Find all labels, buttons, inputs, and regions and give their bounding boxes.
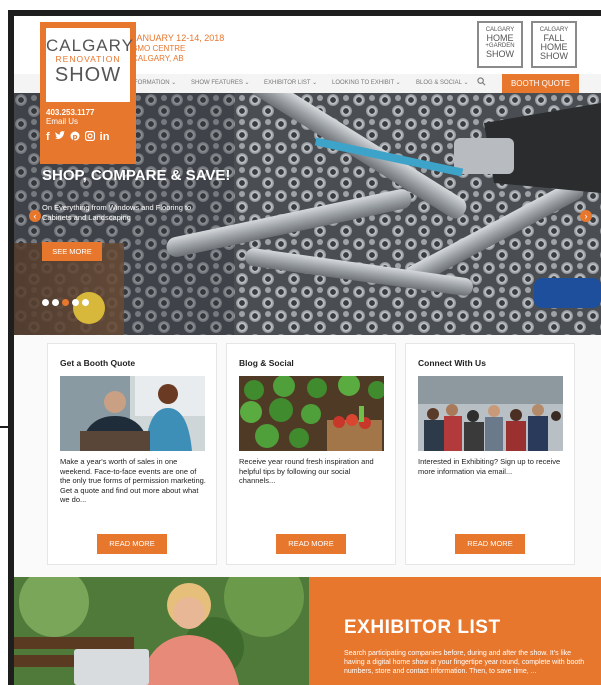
read-more-button[interactable]: READ MORE — [97, 534, 167, 554]
exhibitor-list-section: EXHIBITOR LIST Search participating comp… — [14, 577, 601, 685]
card-title: Connect With Us — [418, 358, 486, 368]
booth-quote-button[interactable]: BOOTH QUOTE — [502, 74, 579, 93]
feature-cards: Get a Booth Quote Make a year's worth of… — [14, 335, 601, 577]
garden-photo — [239, 376, 384, 451]
card-text: Make a year's worth of sales in one week… — [60, 457, 206, 504]
woman-laptop-photo — [14, 577, 309, 685]
slide-dot[interactable] — [42, 299, 49, 306]
exhibitor-list-description: Search participating companies before, d… — [344, 650, 585, 675]
site-logo[interactable]: CALGARY RENOVATION SHOW 403.253.1177 Ema… — [40, 22, 136, 164]
booth-quote-photo — [60, 376, 205, 451]
nav-item-blog-social[interactable]: BLOG & SOCIAL ⌄ — [416, 79, 469, 86]
search-icon[interactable] — [477, 77, 486, 89]
card-title: Get a Booth Quote — [60, 358, 136, 368]
card-text: Receive year round fresh inspiration and… — [239, 457, 374, 485]
social-links: f p in — [46, 130, 110, 144]
slide-dot[interactable] — [72, 299, 79, 306]
home-garden-show-badge[interactable]: CALGARY HOME +GARDEN SHOW — [477, 21, 523, 68]
event-venue: BMO CENTRE — [132, 43, 186, 53]
linkedin-icon[interactable]: in — [100, 131, 110, 144]
crowd-photo — [418, 376, 563, 451]
card-text: Interested in Exhibiting? Sign up to rec… — [418, 457, 561, 476]
read-more-button[interactable]: READ MORE — [455, 534, 525, 554]
instagram-icon[interactable] — [84, 130, 95, 144]
exhibitor-list-title: EXHIBITOR LIST — [344, 617, 501, 638]
badge-text: HOME — [486, 33, 514, 43]
event-city: CALGARY, AB — [132, 54, 184, 63]
blog-social-card: Blog & Social Receive year round fresh i… — [226, 343, 396, 565]
hero-subtitle: On Everything from Windows and Flooring … — [42, 203, 192, 222]
hero-title: SHOP, COMPARE & SAVE! — [42, 167, 231, 184]
read-more-button[interactable]: READ MORE — [276, 534, 346, 554]
pinterest-icon[interactable]: p — [70, 131, 80, 144]
next-slide-icon[interactable]: › — [580, 210, 592, 222]
booth-quote-card: Get a Booth Quote Make a year's worth of… — [47, 343, 217, 565]
event-date: JANUARY 12-14, 2018 — [132, 33, 225, 43]
nav-item-looking-to-exhibit[interactable]: LOOKING TO EXHIBIT ⌄ — [332, 79, 401, 86]
facebook-icon[interactable]: f — [46, 131, 50, 144]
twitter-icon[interactable] — [54, 131, 65, 144]
slide-dot[interactable] — [52, 299, 59, 306]
card-title: Blog & Social — [239, 358, 294, 368]
slide-dots — [42, 299, 89, 306]
slide-dot[interactable] — [62, 299, 69, 306]
nav-item-show-features[interactable]: SHOW FEATURES ⌄ — [191, 79, 250, 86]
badge-text: SHOW — [486, 49, 514, 59]
prev-slide-icon[interactable]: ‹ — [29, 210, 41, 222]
svg-text:p: p — [72, 133, 77, 141]
webpage: JANUARY 12-14, 2018 BMO CENTRE CALGARY, … — [14, 16, 601, 685]
badge-text: SHOW — [540, 51, 568, 61]
connect-card: Connect With Us Interested in Exhibiting… — [405, 343, 575, 565]
logo-box: CALGARY RENOVATION SHOW — [46, 28, 134, 102]
logo-line-3: SHOW — [54, 64, 122, 86]
email-link[interactable]: Email Us — [46, 117, 78, 126]
fall-home-show-badge[interactable]: CALGARY FALL HOME SHOW — [531, 21, 577, 68]
nav-item-exhibitor-list[interactable]: EXHIBITOR LIST ⌄ — [264, 79, 317, 86]
event-info: JANUARY 12-14, 2018 BMO CENTRE CALGARY, … — [132, 33, 224, 65]
phone-number[interactable]: 403.253.1177 — [46, 108, 95, 117]
logo-line-1: CALGARY — [46, 36, 134, 55]
slide-dot[interactable] — [82, 299, 89, 306]
see-more-button[interactable]: SEE MORE — [42, 242, 102, 261]
